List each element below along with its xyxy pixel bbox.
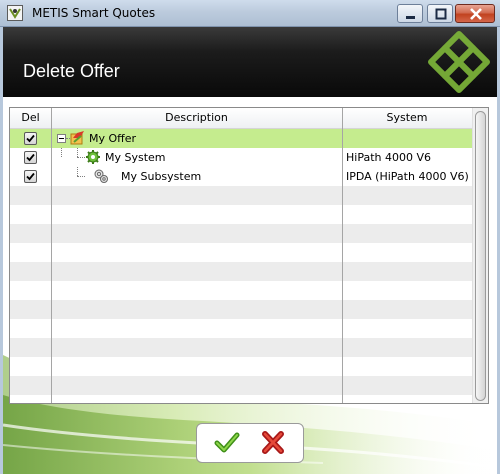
app-icon [7, 5, 23, 21]
del-cell [10, 129, 51, 148]
del-cell [10, 148, 51, 167]
system-cell: IPDA (HiPath 4000 V6) [346, 170, 469, 183]
tree-connector [77, 148, 78, 157]
checkmark-icon [26, 134, 35, 143]
empty-row [10, 205, 472, 224]
empty-row [10, 262, 472, 281]
tree-label: My Subsystem [121, 170, 202, 183]
tree-connector [61, 148, 62, 157]
column-header-system[interactable]: System [342, 108, 472, 128]
cross-icon [262, 431, 284, 454]
empty-row [10, 376, 472, 395]
maximize-button[interactable] [427, 4, 453, 23]
window-titlebar[interactable]: METIS Smart Quotes [0, 0, 500, 27]
row-checkbox[interactable] [24, 170, 37, 183]
column-header-description[interactable]: Description [51, 108, 342, 128]
maximize-icon [435, 8, 447, 20]
header-banner: Delete Offer [3, 27, 497, 97]
grid-header: Del Description System [10, 108, 472, 129]
minimize-icon [406, 16, 415, 19]
tree-label: My Offer [89, 132, 137, 145]
empty-row [10, 281, 472, 300]
action-button-group [196, 423, 304, 463]
checkmark-icon [26, 153, 35, 162]
vertical-scrollbar[interactable] [472, 108, 488, 403]
close-button[interactable] [455, 4, 495, 23]
offer-icon [70, 131, 84, 145]
offer-grid[interactable]: Del Description System My Offer My Syste… [9, 107, 489, 404]
collapse-toggle[interactable] [57, 134, 66, 143]
checkmark-icon [26, 172, 35, 181]
minimize-button[interactable] [397, 4, 423, 23]
subsystem-gear-icon [94, 169, 108, 183]
tree-connector [77, 176, 85, 177]
tree-connector [77, 157, 85, 158]
empty-row [10, 319, 472, 338]
description-cell: My Subsystem [52, 167, 342, 186]
window-title: METIS Smart Quotes [32, 6, 156, 20]
system-cell [346, 129, 472, 148]
column-divider [51, 108, 52, 403]
empty-row [10, 224, 472, 243]
tree-connector [77, 167, 78, 176]
description-cell: My System [52, 148, 342, 167]
grid-rows: My Offer My System HiPath 4000 V6 My Sub… [10, 129, 472, 395]
empty-row [10, 357, 472, 376]
metis-logo [428, 31, 490, 93]
empty-row [10, 243, 472, 262]
empty-row [10, 186, 472, 205]
empty-row [10, 338, 472, 357]
close-icon [470, 8, 482, 20]
table-row[interactable]: My Offer [10, 129, 472, 148]
table-row[interactable]: My System HiPath 4000 V6 [10, 148, 472, 167]
tree-label: My System [105, 151, 166, 164]
table-row[interactable]: My Subsystem IPDA (HiPath 4000 V6) [10, 167, 472, 186]
del-cell [10, 167, 51, 186]
description-cell: My Offer [52, 129, 342, 148]
page-title: Delete Offer [23, 61, 120, 81]
check-icon [214, 432, 240, 453]
confirm-delete-button[interactable] [207, 429, 247, 457]
row-checkbox[interactable] [24, 151, 37, 164]
cancel-button[interactable] [253, 429, 293, 457]
empty-row [10, 300, 472, 319]
system-cell: HiPath 4000 V6 [346, 151, 432, 164]
column-header-del[interactable]: Del [10, 108, 51, 128]
scrollbar-thumb[interactable] [475, 111, 486, 401]
row-checkbox[interactable] [24, 132, 37, 145]
column-divider [342, 108, 343, 403]
system-gear-icon [86, 150, 100, 164]
